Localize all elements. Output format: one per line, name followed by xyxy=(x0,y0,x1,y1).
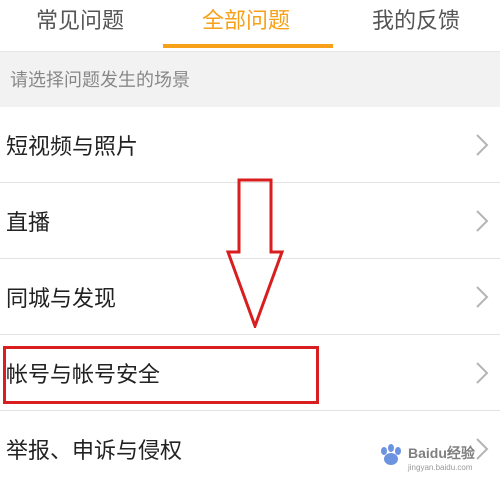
chevron-right-icon xyxy=(476,210,489,232)
down-arrow-icon xyxy=(226,178,284,328)
chevron-right-icon xyxy=(476,286,489,308)
chevron-right-icon xyxy=(476,134,489,156)
baidu-jingyan-watermark: Baidu经验 jingyan.baidu.com xyxy=(381,444,476,472)
list-item-label: 短视频与照片 xyxy=(6,135,139,160)
watermark-text: Baidu经验 xyxy=(408,445,476,461)
watermark-subtext: jingyan.baidu.com xyxy=(407,463,473,472)
list-item-label: 举报、申诉与侵权 xyxy=(6,439,183,464)
list-item-label: 同城与发现 xyxy=(6,287,117,312)
tab-bar: 常见问题 全部问题 我的反馈 xyxy=(0,0,500,52)
active-tab-indicator xyxy=(163,44,333,48)
section-header: 请选择问题发生的场景 xyxy=(0,52,500,107)
list-item-label: 直播 xyxy=(6,211,51,236)
list-item-short-video[interactable]: 短视频与照片 xyxy=(0,107,500,183)
tab-my-feedback[interactable]: 我的反馈 xyxy=(332,0,500,52)
tab-common-questions[interactable]: 常见问题 xyxy=(0,0,160,52)
highlight-box xyxy=(3,346,319,404)
section-header-text: 请选择问题发生的场景 xyxy=(10,70,190,91)
chevron-right-icon xyxy=(476,362,489,384)
